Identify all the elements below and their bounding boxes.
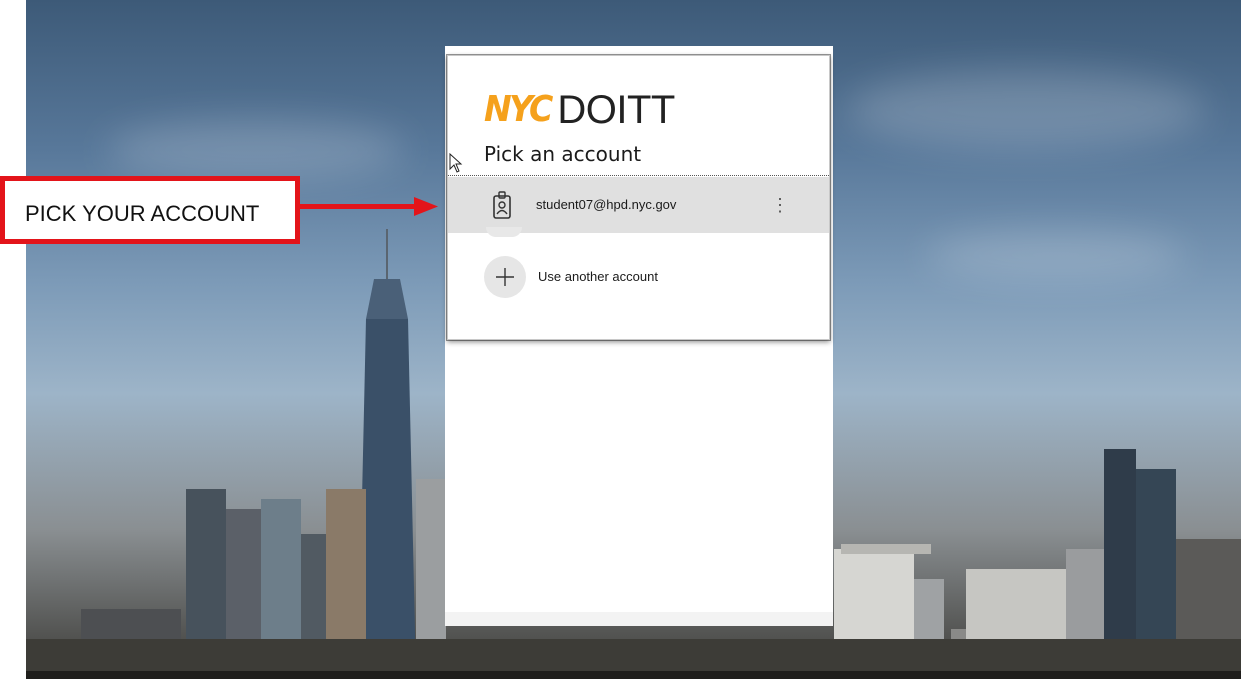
- avatar-circle-edge: [486, 227, 522, 237]
- sign-in-panel-footer: [445, 612, 833, 626]
- id-badge-icon: [486, 189, 518, 221]
- use-another-account-button[interactable]: Use another account: [448, 251, 829, 305]
- nyc-doitt-logo: NYC DOITT: [484, 88, 675, 132]
- divider: [448, 175, 829, 176]
- account-picker-card: NYC DOITT Pick an account student07@hpd.…: [447, 55, 830, 340]
- plus-icon: [484, 256, 526, 298]
- arrow-right-icon: [300, 197, 438, 216]
- page-title: Pick an account: [484, 142, 642, 166]
- logo-doitt-text: DOITT: [557, 88, 675, 132]
- account-tile[interactable]: student07@hpd.nyc.gov ⋮: [448, 177, 829, 233]
- instruction-callout: PICK YOUR ACCOUNT: [0, 176, 300, 244]
- use-another-account-label: Use another account: [538, 269, 658, 284]
- more-options-icon[interactable]: ⋮: [770, 193, 790, 217]
- instruction-text: PICK YOUR ACCOUNT: [25, 201, 260, 226]
- account-email: student07@hpd.nyc.gov: [536, 197, 677, 212]
- mouse-pointer-icon: [449, 153, 463, 173]
- logo-nyc-text: NYC: [484, 89, 553, 130]
